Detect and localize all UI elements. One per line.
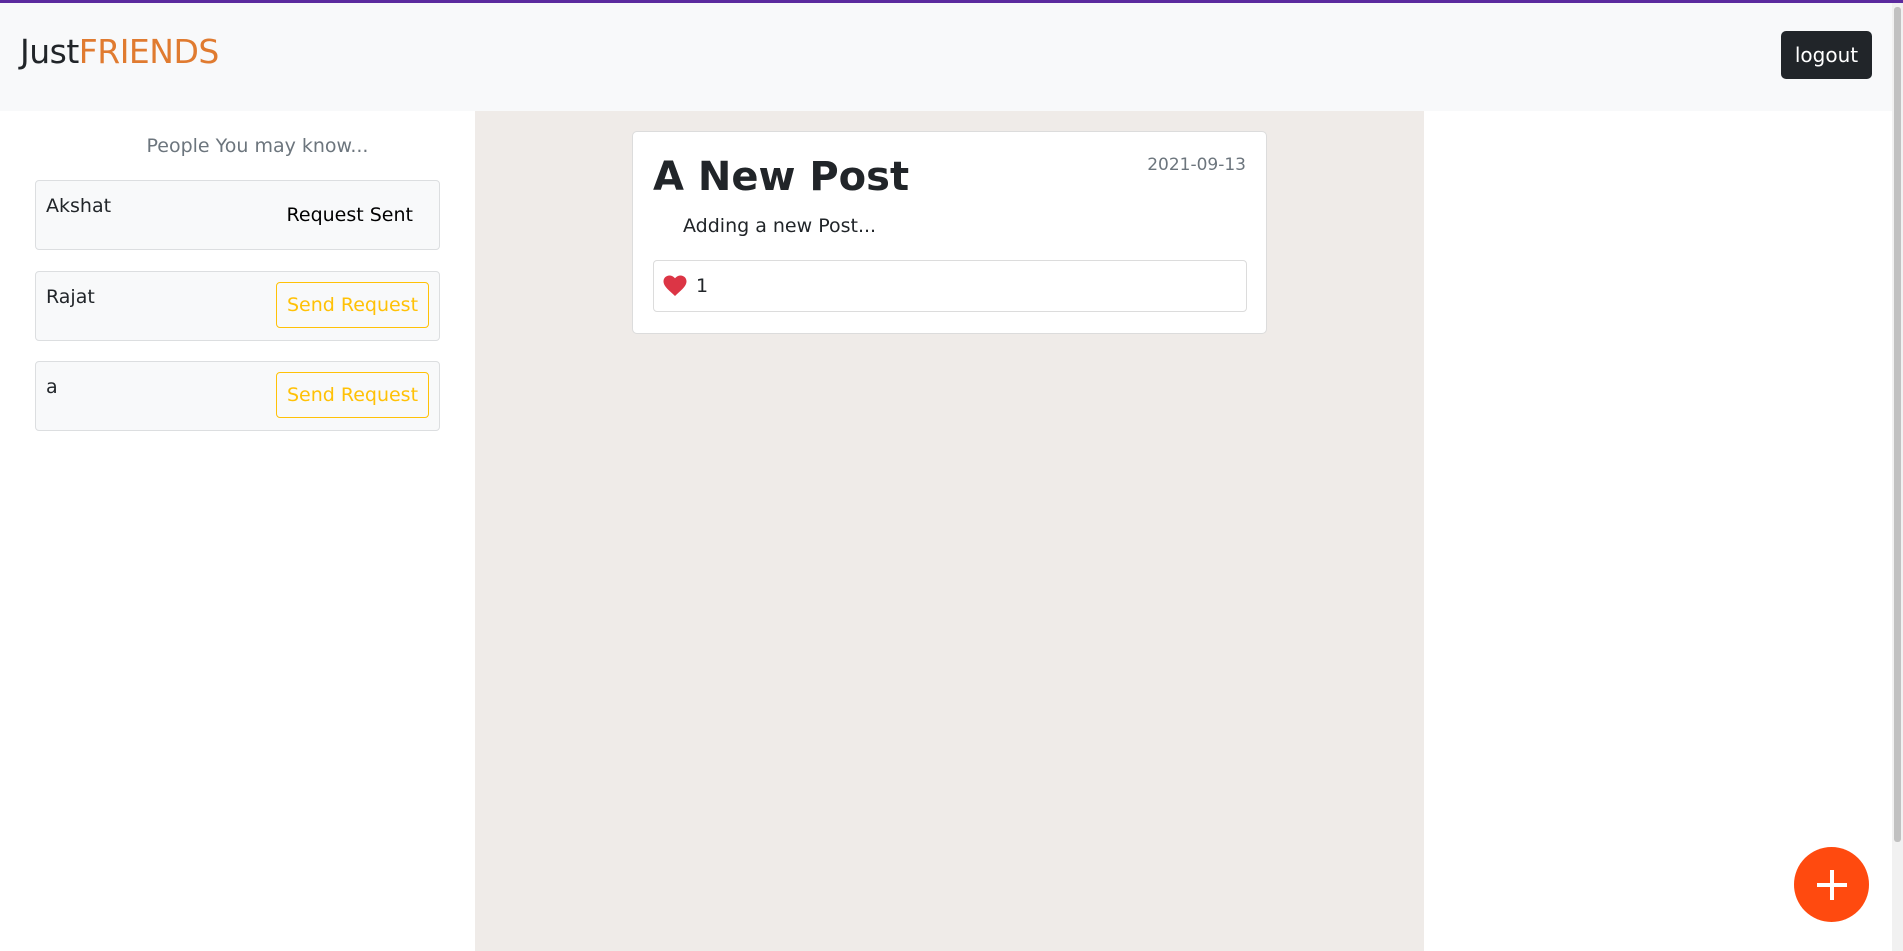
suggestions-title: People You may know...	[146, 135, 369, 157]
person-name: Rajat	[46, 286, 95, 308]
brand-logo[interactable]: JustFRIENDS	[20, 32, 219, 71]
brand-part-2: FRIENDS	[78, 31, 220, 71]
like-bar: 1	[653, 260, 1247, 312]
add-post-button[interactable]	[1794, 847, 1869, 922]
post-title: A New Post	[653, 154, 910, 200]
send-request-button[interactable]: Send Request	[276, 282, 429, 328]
person-card: Rajat Send Request	[35, 271, 440, 341]
right-panel	[1424, 111, 1892, 951]
suggestions-panel: People You may know... Akshat Request Se…	[0, 111, 475, 951]
person-name: a	[46, 376, 58, 398]
page-scrollbar[interactable]	[1892, 3, 1903, 951]
brand-part-1: Just	[20, 31, 79, 71]
send-request-button[interactable]: Send Request	[276, 372, 429, 418]
plus-icon	[1816, 869, 1847, 900]
feed: A New Post 2021-09-13 Adding a new Post.…	[475, 111, 1424, 951]
person-name: Akshat	[46, 195, 112, 217]
post-body: Adding a new Post...	[683, 215, 877, 237]
logout-button[interactable]: logout	[1781, 30, 1872, 79]
navbar: JustFRIENDS logout	[0, 3, 1892, 111]
like-count: 1	[696, 275, 709, 297]
person-card: Akshat Request Sent	[35, 180, 440, 250]
post-date: 2021-09-13	[1147, 155, 1246, 175]
request-sent-status: Request Sent	[286, 204, 413, 226]
heart-icon[interactable]	[663, 275, 687, 297]
scrollbar-thumb[interactable]	[1894, 7, 1901, 842]
person-card: a Send Request	[35, 361, 440, 431]
post-card: A New Post 2021-09-13 Adding a new Post.…	[632, 131, 1267, 334]
